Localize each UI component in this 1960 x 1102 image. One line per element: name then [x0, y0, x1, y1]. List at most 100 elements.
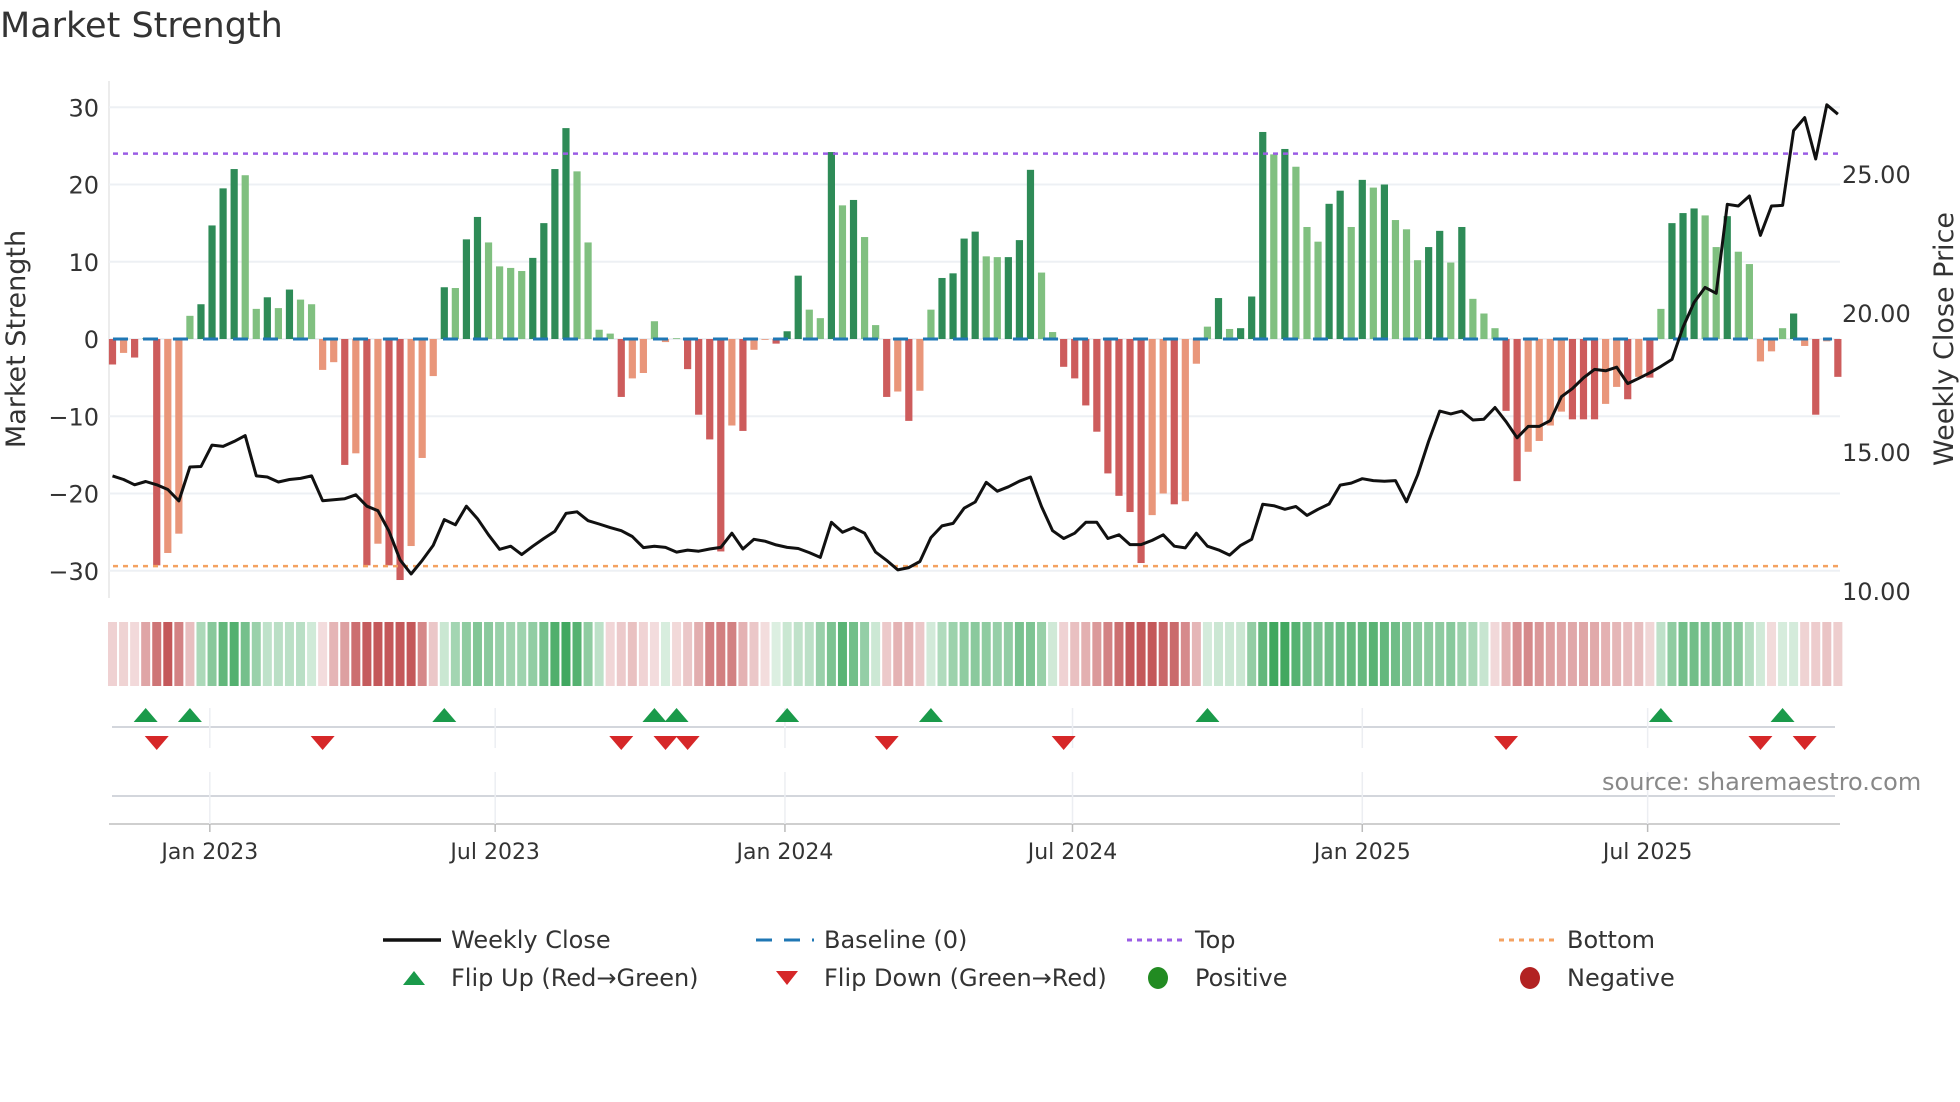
heat-cell	[296, 622, 306, 686]
heat-cell	[1512, 622, 1522, 686]
heat-cell	[915, 622, 925, 686]
heat-cell	[771, 622, 781, 686]
heat-cell	[329, 622, 339, 686]
strength-bar	[473, 216, 482, 339]
heat-cell	[307, 622, 317, 686]
strength-bar	[1480, 313, 1488, 339]
strength-bar	[1137, 339, 1145, 564]
heat-cell	[1833, 622, 1843, 686]
heat-cell	[284, 622, 294, 686]
strength-bar	[750, 339, 758, 350]
heat-cell	[1811, 622, 1821, 686]
y-tick-label: −20	[48, 481, 99, 509]
strength-bar	[1325, 203, 1333, 339]
strength-bar	[352, 339, 360, 454]
dashed-line-icon	[756, 938, 814, 942]
strength-bar	[883, 339, 891, 397]
heat-cell	[174, 622, 184, 686]
heat-cell	[1767, 622, 1776, 686]
heat-cell	[428, 622, 438, 686]
flip-up-marker	[1648, 708, 1673, 722]
heat-cell	[1092, 622, 1102, 686]
strength-bar	[584, 242, 592, 339]
strength-bar	[1314, 241, 1322, 339]
heat-cell	[1645, 622, 1655, 686]
y-tick-label: −30	[48, 558, 99, 586]
flip-down-marker	[1792, 736, 1817, 750]
x-tick-label: Jul 2023	[448, 840, 540, 865]
heat-cell	[273, 622, 283, 686]
heat-cell	[1468, 622, 1478, 686]
heat-cell	[837, 622, 847, 686]
strength-bar	[816, 318, 824, 339]
heat-cell	[1822, 622, 1832, 686]
strength-bar	[949, 273, 957, 339]
strength-bar	[1425, 247, 1433, 339]
heat-cell	[782, 622, 792, 686]
strength-bar	[1402, 229, 1411, 339]
strength-bar	[1026, 169, 1035, 339]
strength-bar	[1458, 226, 1466, 339]
heat-cell	[550, 622, 560, 686]
strength-bar	[507, 267, 515, 339]
heat-cell	[1302, 622, 1312, 686]
heat-cell	[1689, 622, 1699, 686]
source-credit: source: sharemaestro.com	[1602, 768, 1922, 796]
strength-bar	[562, 128, 570, 339]
heat-cell	[528, 622, 538, 686]
strength-bar	[761, 339, 769, 340]
heat-cell	[1236, 622, 1246, 686]
strength-bar	[263, 297, 271, 339]
strength-bar	[285, 289, 294, 339]
heat-cell	[1501, 622, 1511, 686]
strength-bar	[916, 339, 924, 391]
heat-cell	[1180, 622, 1190, 686]
heat-cell	[152, 622, 162, 686]
strength-bar	[1259, 131, 1267, 339]
strength-bar	[1181, 339, 1189, 502]
heat-cell	[340, 622, 350, 686]
heat-cell	[1545, 622, 1555, 686]
heat-cell	[1280, 622, 1290, 686]
strength-bar	[1104, 339, 1112, 474]
heat-cell	[384, 622, 394, 686]
strength-bar	[440, 287, 448, 339]
heat-cell	[926, 622, 936, 686]
heat-cell	[1014, 622, 1024, 686]
dotted-line-icon	[1499, 938, 1557, 942]
heat-cell	[1214, 622, 1223, 686]
heat-cell	[572, 622, 582, 686]
heat-cell	[727, 622, 737, 686]
heat-cell	[240, 622, 250, 686]
strength-bar	[1170, 339, 1178, 505]
heat-cell	[1590, 622, 1600, 686]
strength-bar	[1192, 339, 1200, 364]
heat-cell	[1136, 622, 1146, 686]
flip-up-marker	[664, 708, 689, 722]
legend-item-positive: Positive	[1125, 960, 1288, 996]
heat-cell	[1357, 622, 1367, 686]
strength-bar	[860, 237, 869, 339]
heat-cell	[1678, 622, 1688, 686]
heat-cell	[1379, 622, 1389, 686]
flip-up-marker	[133, 708, 158, 722]
strength-bar	[1502, 339, 1510, 411]
legend-label: Weekly Close	[451, 926, 611, 954]
strength-bar	[1469, 298, 1477, 339]
strength-bar	[894, 339, 902, 392]
heat-cell	[1103, 622, 1113, 686]
strength-bar	[407, 339, 415, 547]
heat-cell	[1346, 622, 1356, 686]
heat-cell	[1733, 622, 1743, 686]
heat-cell	[461, 622, 471, 686]
heat-cell	[495, 622, 505, 686]
flip-down-marker	[675, 736, 700, 750]
strength-bar	[927, 309, 935, 339]
strength-bar	[1159, 339, 1167, 494]
strength-bar	[1237, 328, 1245, 339]
legend-item-negative: Negative	[1497, 960, 1675, 996]
heat-cell	[1700, 622, 1710, 686]
heat-cell	[738, 622, 748, 686]
heat-cell	[1578, 622, 1588, 686]
heat-cell	[849, 622, 859, 686]
